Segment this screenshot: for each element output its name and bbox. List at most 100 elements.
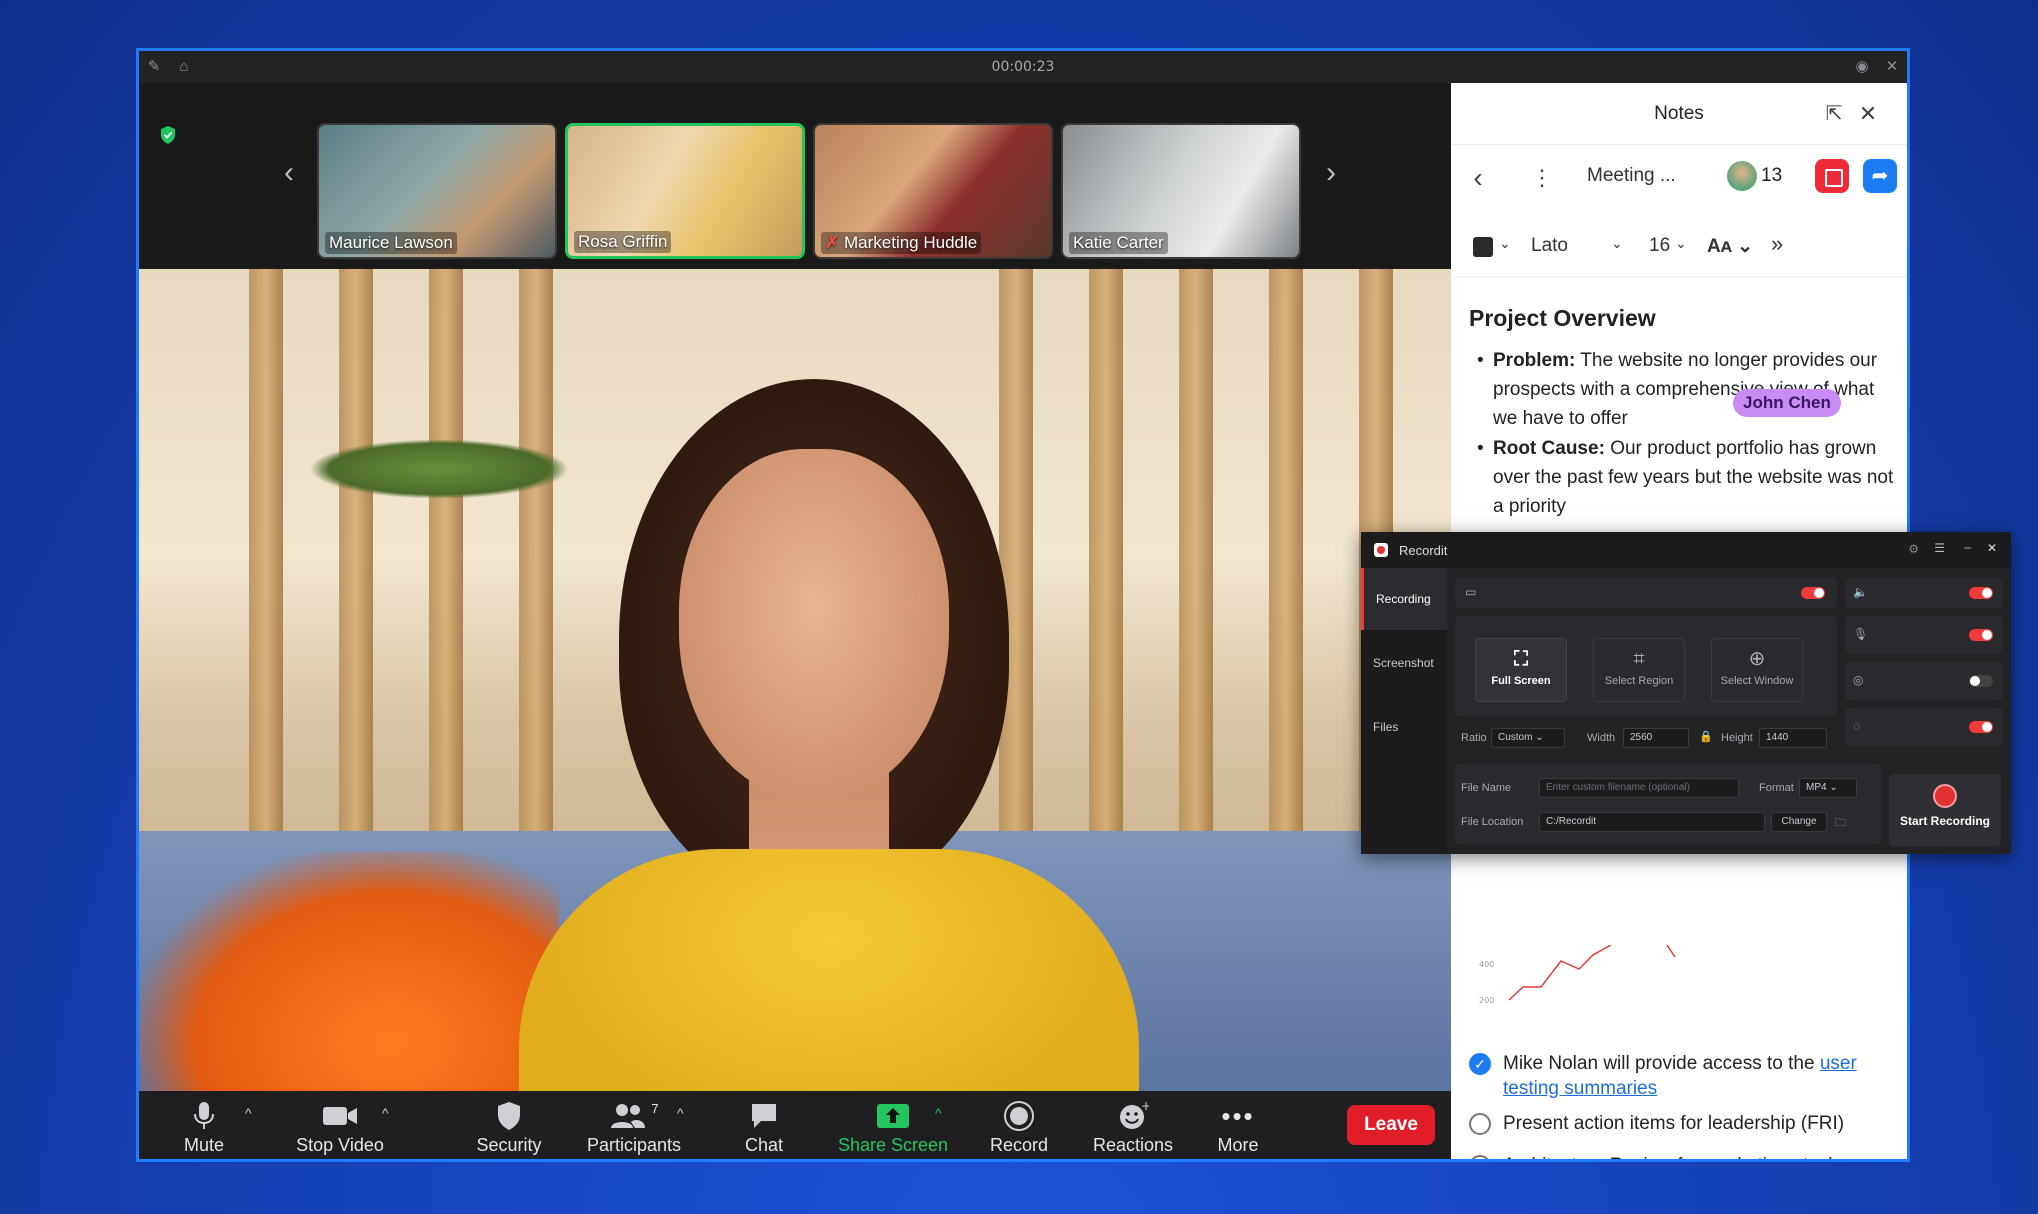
recordit-window: Recordit ⚙ ☰ – ✕ Recording Screenshot Fi… (1361, 532, 2011, 854)
font-chevron-down-icon[interactable]: ⌄ (1611, 235, 1623, 252)
collaborator-avatar[interactable] (1727, 161, 1757, 191)
system-audio-toggle[interactable] (1969, 587, 1993, 599)
ratio-select[interactable]: Custom ⌄ (1491, 728, 1565, 748)
record-icon (979, 1099, 1059, 1133)
height-input[interactable]: 1440 (1759, 728, 1827, 748)
microphone-toggle[interactable] (1969, 629, 1993, 641)
font-size-select[interactable]: 16 (1649, 235, 1670, 257)
meeting-toolbar: Mute ^ Stop Video ^ Security 7 Participa… (139, 1091, 1451, 1159)
stop-video-button[interactable]: Stop Video (285, 1099, 395, 1156)
security-shield-icon (469, 1099, 549, 1133)
participant-tile-active[interactable]: Rosa Griffin (565, 123, 805, 259)
close-notes-icon[interactable]: ✕ (1855, 101, 1881, 127)
full-screen-mode[interactable]: ⛶ Full Screen (1475, 638, 1567, 702)
format-label: Format (1759, 782, 1794, 794)
muted-mic-icon: ✗ (825, 233, 840, 252)
participant-name: Katie Carter (1069, 232, 1168, 254)
screen-toggle[interactable] (1801, 587, 1825, 599)
change-location-button[interactable]: Change (1771, 812, 1827, 832)
file-name-label: File Name (1461, 782, 1512, 794)
mute-button[interactable]: Mute (169, 1099, 239, 1156)
text-case-icon[interactable]: Aᴀ ⌄ (1707, 235, 1753, 258)
participants-button[interactable]: 7 Participants (579, 1099, 689, 1156)
speaker-icon: 🔈 (1853, 585, 1868, 599)
meeting-note-title[interactable]: Meeting ... (1587, 165, 1676, 187)
pop-out-icon[interactable]: ⇱ (1821, 101, 1847, 127)
start-recording-button[interactable]: Start Recording (1889, 774, 2001, 846)
folder-icon[interactable]: 🗀 (1835, 814, 1846, 833)
color-chevron-down-icon[interactable]: ⌄ (1499, 235, 1511, 252)
tab-files[interactable]: Files (1361, 696, 1447, 758)
monitor-icon: ▭ (1465, 585, 1477, 599)
recordit-title-bar: Recordit ⚙ ☰ – ✕ (1361, 532, 2011, 568)
system-audio-row: 🔈 (1845, 578, 2003, 608)
share-note-button[interactable]: ➦ (1863, 159, 1897, 193)
size-chevron-down-icon[interactable]: ⌄ (1675, 235, 1687, 252)
aspect-lock-icon[interactable]: 🔒 (1699, 730, 1713, 743)
video-options-chevron-icon[interactable]: ^ (382, 1105, 389, 1121)
reactions-button[interactable]: + Reactions (1083, 1099, 1183, 1156)
participant-name: Rosa Griffin (574, 231, 672, 253)
security-button[interactable]: Security (469, 1099, 549, 1156)
text-color-swatch[interactable] (1473, 237, 1493, 257)
back-chevron-icon[interactable]: ‹ (1465, 164, 1491, 192)
font-family-select[interactable]: Lato (1531, 235, 1568, 257)
close-icon[interactable]: ✕ (1987, 541, 1997, 555)
close-icon[interactable]: ✕ (1883, 58, 1901, 76)
participant-strip: ‹ Maurice Lawson Rosa Griffin ✗ Marketin… (139, 83, 1451, 269)
svg-text:+: + (1141, 1100, 1149, 1113)
record-indicator-icon[interactable]: ◉ (1853, 58, 1871, 76)
file-name-input[interactable]: Enter custom filename (optional) (1539, 778, 1739, 798)
participants-options-chevron-icon[interactable]: ^ (677, 1105, 684, 1121)
chat-bubble-icon (729, 1099, 799, 1133)
bullet-problem: Problem: The website no longer provides … (1469, 346, 1899, 433)
tab-recording[interactable]: Recording (1361, 568, 1447, 630)
vertical-ellipsis-icon[interactable]: ⋮ (1529, 165, 1555, 191)
cursor-effects-toggle[interactable] (1969, 721, 1993, 733)
file-location-label: File Location (1461, 816, 1524, 828)
share-options-chevron-icon[interactable]: ^ (935, 1105, 942, 1121)
participant-tile[interactable]: Maurice Lawson (317, 123, 557, 259)
minimize-icon[interactable]: – (1964, 540, 1971, 554)
file-location-input[interactable]: C:/Recordit (1539, 812, 1765, 832)
note-line-chart: 400 200 (1479, 945, 1676, 1005)
note-heading: Project Overview (1469, 305, 1656, 331)
checked-checkbox-icon[interactable]: ✓ (1469, 1053, 1491, 1075)
format-select[interactable]: MP4 ⌄ (1799, 778, 1857, 798)
select-region-mode[interactable]: ⌗ Select Region (1593, 638, 1685, 702)
participants-icon: 7 (579, 1099, 689, 1133)
recordit-title: Recordit (1399, 543, 1448, 558)
unchecked-checkbox-icon[interactable] (1469, 1155, 1491, 1159)
more-format-double-chevron-icon[interactable]: » (1771, 231, 1783, 257)
participant-tile[interactable]: ✗ Marketing Huddle (813, 123, 1053, 259)
menu-icon[interactable]: ☰ (1934, 541, 1945, 555)
microphone-icon (169, 1099, 239, 1133)
tab-screenshot[interactable]: Screenshot (1361, 632, 1447, 694)
ratio-label: Ratio (1461, 732, 1487, 744)
full-screen-icon: ⛶ (1514, 648, 1528, 670)
stop-share-button[interactable] (1815, 159, 1849, 193)
select-window-mode[interactable]: ⊕ Select Window (1711, 638, 1803, 702)
prev-page-arrow-icon[interactable]: ‹ (277, 153, 301, 193)
width-input[interactable]: 2560 (1623, 728, 1689, 748)
file-options-panel (1455, 764, 1881, 844)
record-dot-icon (1933, 784, 1957, 808)
cursor-effects-row: ◌ (1845, 708, 2003, 746)
audio-options-chevron-icon[interactable]: ^ (245, 1105, 252, 1121)
crop-region-icon: ⌗ (1633, 648, 1645, 670)
participant-tile[interactable]: Katie Carter (1061, 123, 1301, 259)
collaborator-count: 13 (1761, 165, 1783, 186)
next-page-arrow-icon[interactable]: › (1319, 153, 1343, 193)
video-stage: ‹ Maurice Lawson Rosa Griffin ✗ Marketin… (139, 83, 1451, 1159)
unchecked-checkbox-icon[interactable] (1469, 1113, 1491, 1135)
settings-gear-icon[interactable]: ⚙ (1908, 542, 1919, 556)
record-button[interactable]: Record (979, 1099, 1059, 1156)
chat-button[interactable]: Chat (729, 1099, 799, 1156)
formatting-toolbar: ⌄ Lato ⌄ 16 ⌄ Aᴀ ⌄ » (1451, 215, 1907, 277)
leave-button[interactable]: Leave (1347, 1105, 1435, 1145)
webcam-row: ◎ (1845, 662, 2003, 700)
webcam-toggle[interactable] (1969, 675, 1993, 687)
microphone-icon: 🎙 (1853, 627, 1869, 641)
encryption-shield-icon (161, 126, 175, 144)
more-button[interactable]: ••• More (1203, 1099, 1273, 1156)
